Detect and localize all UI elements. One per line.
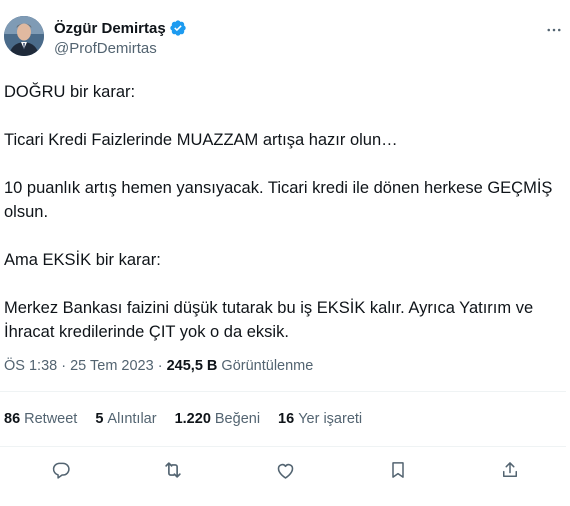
quotes-stat[interactable]: 5 Alıntılar (95, 411, 156, 427)
bookmarks-count: 16 (278, 411, 295, 427)
reply-icon[interactable] (49, 458, 73, 482)
divider (0, 391, 566, 392)
quotes-count: 5 (95, 411, 104, 427)
bookmarks-stat[interactable]: 16 Yer işareti (278, 411, 362, 427)
bookmarks-label: Yer işareti (298, 411, 363, 427)
quotes-label: Alıntılar (107, 411, 157, 427)
tweet-text: DOĞRU bir karar: Ticari Kredi Faizlerind… (4, 80, 564, 344)
views-label: Görüntülenme (221, 358, 314, 374)
tweet: Özgür Demirtaş @ProfDemirtas DOĞRU bir k… (0, 0, 570, 506)
tweet-header: Özgür Demirtaş @ProfDemirtas (4, 16, 566, 60)
display-name[interactable]: Özgür Demirtaş (54, 20, 166, 37)
author-names: Özgür Demirtaş @ProfDemirtas (54, 18, 187, 57)
tweet-time[interactable]: ÖS 1:38 (4, 358, 57, 374)
likes-stat[interactable]: 1.220 Beğeni (175, 411, 260, 427)
share-icon[interactable] (498, 458, 522, 482)
heart-icon[interactable] (273, 458, 297, 482)
tweet-paragraph: Ama EKSİK bir karar: (4, 251, 161, 269)
tweet-paragraph: Ticari Kredi Faizlerinde MUAZZAM artışa … (4, 131, 398, 149)
retweet-icon[interactable] (161, 458, 185, 482)
tweet-paragraph: DOĞRU bir karar: (4, 83, 136, 101)
display-name-row: Özgür Demirtaş (54, 18, 187, 38)
avatar[interactable] (4, 16, 44, 56)
retweets-label: Retweet (24, 411, 78, 427)
engagement-stats: 86 Retweet 5 Alıntılar 1.220 Beğeni 16 Yer i… (4, 411, 362, 427)
tweet-date[interactable]: 25 Tem 2023 (70, 358, 154, 374)
meta-separator: · (61, 358, 67, 374)
views-count: 245,5 B (166, 358, 218, 374)
more-horizontal-icon[interactable] (544, 20, 564, 40)
retweets-stat[interactable]: 86 Retweet (4, 411, 77, 427)
verified-badge-icon (169, 19, 187, 37)
action-bar (0, 456, 570, 486)
likes-label: Beğeni (214, 411, 261, 427)
avatar-photo-icon (4, 16, 44, 56)
divider (0, 446, 566, 447)
meta-separator: · (157, 358, 163, 374)
retweets-count: 86 (4, 411, 21, 427)
tweet-paragraph: 10 puanlık artış hemen yansıyacak. Ticar… (4, 179, 558, 221)
author-handle[interactable]: @ProfDemirtas (54, 40, 187, 57)
likes-count: 1.220 (174, 411, 211, 427)
tweet-paragraph: Merkez Bankası faizini düşük tutarak bu … (4, 299, 538, 341)
bookmark-icon[interactable] (386, 458, 410, 482)
tweet-meta: ÖS 1:38 · 25 Tem 2023 · 245,5 B Görüntül… (4, 358, 313, 374)
